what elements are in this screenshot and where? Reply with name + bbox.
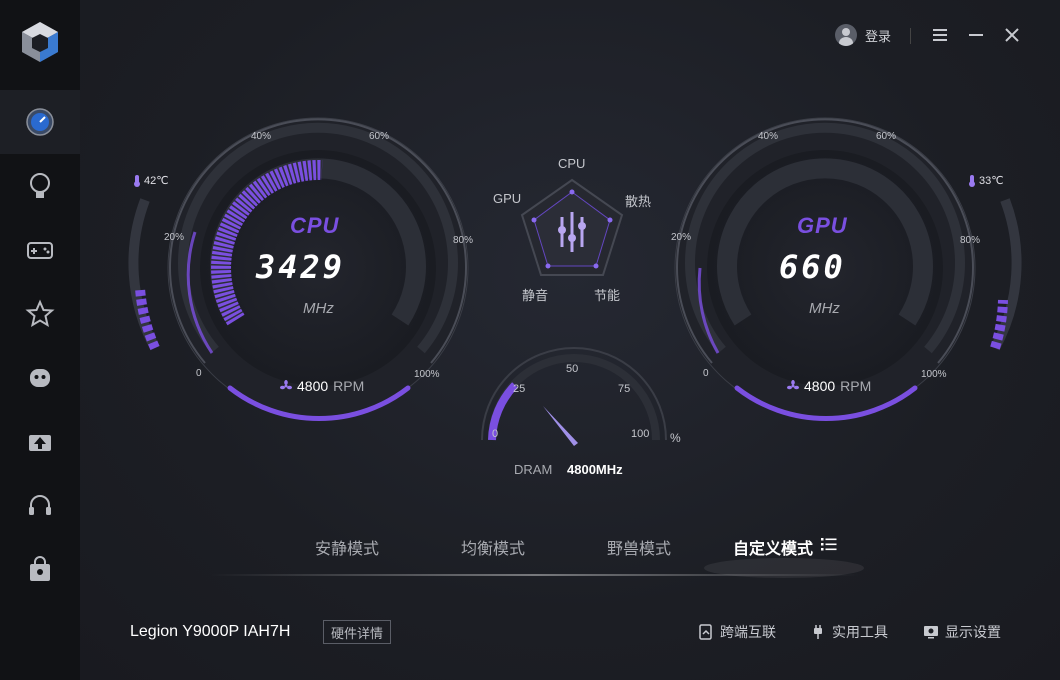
cpu-tick-60: 60% xyxy=(369,131,390,142)
cpu-temp: 42℃ xyxy=(133,174,169,187)
gpu-tick-100: 100% xyxy=(921,369,947,380)
dram-tick-100: 100 xyxy=(631,428,650,440)
gpu-frequency-unit: MHz xyxy=(809,300,840,317)
radar-label-quiet: 静音 xyxy=(522,288,549,303)
mode-radar-chart xyxy=(520,178,624,276)
radar-label-power-saving: 节能 xyxy=(594,288,621,303)
fan-icon xyxy=(280,380,292,390)
cpu-tick-100: 100% xyxy=(414,369,440,380)
cpu-tick-20: 20% xyxy=(164,232,185,243)
tab-custom-mode[interactable]: 自定义模式 xyxy=(733,535,813,559)
hardware-details-button[interactable]: 硬件详情 xyxy=(323,620,391,644)
list-icon xyxy=(821,538,837,551)
cpu-tick-0: 0 xyxy=(196,368,202,379)
dram-frequency: 4800MHz xyxy=(567,462,623,477)
cross-device-link[interactable]: 跨端互联 xyxy=(698,622,776,642)
cpu-fan-speed: 4800 RPM xyxy=(280,378,364,394)
cpu-frequency-value: 3429 xyxy=(256,248,346,286)
dram-tick-50: 50 xyxy=(566,363,579,375)
cpu-tick-40: 40% xyxy=(251,131,272,142)
utilities-link[interactable]: 实用工具 xyxy=(810,622,888,642)
tab-balanced-mode[interactable]: 均衡模式 xyxy=(461,535,525,559)
gpu-tick-20: 20% xyxy=(671,232,692,243)
gpu-tick-80: 80% xyxy=(960,235,981,246)
cpu-tick-80: 80% xyxy=(453,235,474,246)
gpu-title: GPU xyxy=(797,213,848,238)
dram-tick-75: 75 xyxy=(618,383,631,395)
gpu-tick-40: 40% xyxy=(758,131,779,142)
tab-quiet-mode[interactable]: 安静模式 xyxy=(315,535,379,559)
cpu-temp-arc xyxy=(135,287,160,351)
gpu-tick-0: 0 xyxy=(703,368,709,379)
radar-label-cooling: 散热 xyxy=(625,194,652,209)
dram-unit: % xyxy=(670,431,681,445)
dram-tick-0: 0 xyxy=(492,428,499,440)
gpu-fan-speed: 4800 RPM xyxy=(787,378,871,394)
gpu-temp: 33℃ xyxy=(968,174,1004,187)
gpu-tick-60: 60% xyxy=(876,131,897,142)
gpu-frequency-value: 660 xyxy=(779,248,846,286)
dram-tick-25: 25 xyxy=(513,383,526,395)
thermometer-icon xyxy=(134,174,140,187)
monitor-settings-icon xyxy=(924,626,938,639)
device-model: Legion Y9000P IAH7H xyxy=(130,623,291,640)
radar-label-gpu: GPU xyxy=(493,191,522,206)
equalizer-icon xyxy=(558,212,586,252)
dram-needle xyxy=(543,406,578,446)
display-settings-link[interactable]: 显示设置 xyxy=(923,622,1001,642)
plug-icon xyxy=(814,625,822,639)
tab-beast-mode[interactable]: 野兽模式 xyxy=(607,535,671,559)
radar-label-cpu: CPU xyxy=(558,156,586,171)
gauges-canvas xyxy=(128,117,1022,578)
devices-icon xyxy=(699,624,712,640)
thermometer-icon xyxy=(969,174,975,187)
dram-label: DRAM xyxy=(514,462,553,477)
cpu-title: CPU xyxy=(290,213,340,238)
fan-icon xyxy=(787,380,799,390)
cpu-frequency-unit: MHz xyxy=(303,300,334,317)
custom-mode-settings-button[interactable] xyxy=(821,537,837,556)
